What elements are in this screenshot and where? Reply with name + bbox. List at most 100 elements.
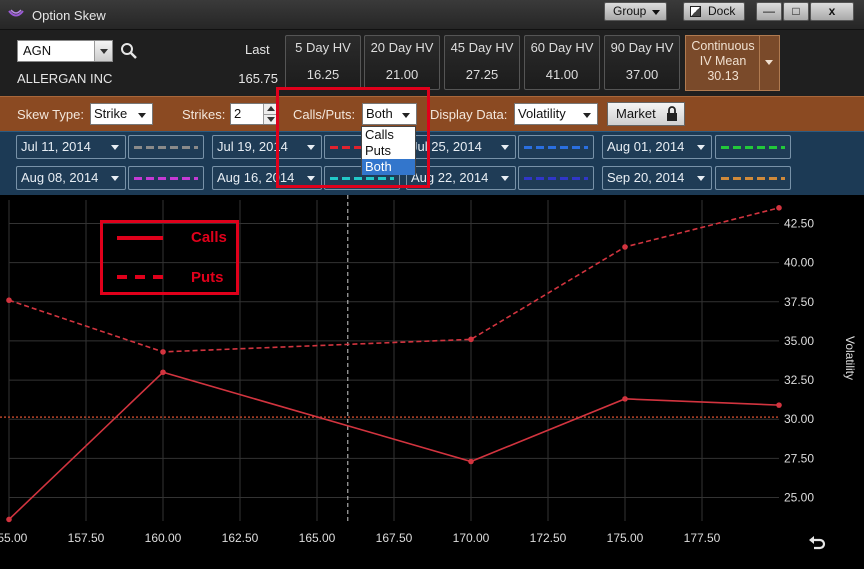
y-axis-label: Volatility [843, 336, 857, 380]
expiration-bar: Jul 11, 2014 Jul 19, 2014 Jul 25, 2014 A… [0, 131, 864, 195]
option-puts[interactable]: Puts [362, 143, 415, 159]
hv-value: 27.25 [465, 67, 499, 82]
hv-value: 16.25 [306, 67, 340, 82]
expiry-select[interactable]: Aug 01, 2014 [602, 135, 712, 159]
x-tick-label: 172.50 [530, 531, 567, 545]
data-point-calls [776, 402, 782, 408]
legend-calls-label: Calls [191, 229, 227, 246]
market-button[interactable]: Market [607, 102, 685, 126]
x-tick-label: 170.00 [453, 531, 490, 545]
x-tick-label: 157.50 [68, 531, 105, 545]
symbol-value: AGN [23, 43, 52, 58]
hv-value: 41.00 [545, 67, 579, 82]
market-label: Market [616, 106, 656, 121]
maximize-button[interactable]: □ [783, 2, 809, 21]
hv-45-day[interactable]: 45 Day HV 27.25 [444, 35, 520, 90]
skew-type-label: Skew Type: [17, 107, 84, 122]
company-name: ALLERGAN INC [17, 71, 113, 86]
dock-icon [690, 6, 701, 17]
strikes-stepper[interactable]: 2 [230, 103, 278, 125]
line-style-swatch [134, 146, 198, 149]
line-style-select[interactable] [518, 166, 594, 190]
y-tick-label: 25.00 [784, 491, 814, 505]
iv-mean-label-1: Continuous [691, 39, 755, 53]
group-button[interactable]: Group [604, 2, 667, 21]
calls-puts-dropdown[interactable]: Calls Puts Both [361, 126, 416, 175]
y-tick-label: 40.00 [784, 256, 814, 270]
chart-legend: Calls Puts [100, 220, 239, 295]
dock-label: Dock [708, 4, 736, 18]
hv-label: 45 Day HV [450, 40, 514, 55]
hv-60-day[interactable]: 60 Day HV 41.00 [524, 35, 600, 90]
symbol-select[interactable]: AGN [17, 40, 113, 62]
hv-value: 37.00 [625, 67, 659, 82]
iv-mean-text: Continuous IV Mean 30.13 [686, 39, 760, 84]
skew-type-select[interactable]: Strike [90, 103, 153, 125]
stepper-up-icon[interactable] [263, 104, 277, 114]
data-point-puts [6, 297, 12, 304]
line-style-select[interactable] [715, 166, 791, 190]
quote-header: AGN ALLERGAN INC Last 165.75 5 Day HV 16… [0, 30, 864, 96]
line-style-select[interactable] [518, 135, 594, 159]
line-style-swatch [721, 177, 785, 180]
hv-label: 5 Day HV [295, 40, 351, 55]
close-button[interactable]: x [810, 2, 854, 21]
x-tick-label: 162.50 [222, 531, 259, 545]
x-tick-label: 165.00 [299, 531, 336, 545]
hv-90-day[interactable]: 90 Day HV 37.00 [604, 35, 680, 90]
strikes-value: 2 [234, 106, 242, 121]
data-point-puts [622, 244, 628, 250]
lock-icon [667, 106, 677, 121]
line-style-select[interactable] [715, 135, 791, 159]
line-style-swatch [524, 146, 588, 149]
line-style-swatch [524, 177, 588, 180]
data-point-calls [160, 369, 166, 376]
expiry-select[interactable]: Aug 08, 2014 [16, 166, 126, 190]
iv-mean-value: 30.13 [707, 69, 739, 83]
y-tick-label: 30.00 [784, 412, 814, 426]
y-tick-label: 27.50 [784, 451, 814, 465]
minimize-button[interactable]: — [756, 2, 782, 21]
chevron-down-icon[interactable] [759, 36, 779, 90]
hv-5-day[interactable]: 5 Day HV 16.25 [285, 35, 361, 90]
x-tick-label: 160.00 [145, 531, 182, 545]
title-bar: Option Skew Group Dock — □ x [0, 0, 864, 30]
data-point-puts [776, 205, 782, 211]
dock-button[interactable]: Dock [683, 2, 745, 21]
x-tick-label: 177.50 [684, 531, 721, 545]
option-both[interactable]: Both [362, 159, 415, 175]
stepper-down-icon[interactable] [263, 114, 277, 124]
chevron-down-icon [652, 10, 660, 15]
app-logo-icon [8, 9, 24, 17]
y-tick-label: 35.00 [784, 334, 814, 348]
iv-mean-box[interactable]: Continuous IV Mean 30.13 [685, 35, 780, 91]
line-style-select[interactable] [128, 166, 204, 190]
option-calls[interactable]: Calls [362, 127, 415, 143]
y-tick-label: 42.50 [784, 216, 814, 230]
hv-20-day[interactable]: 20 Day HV 21.00 [364, 35, 440, 90]
expiry-select[interactable]: Sep 20, 2014 [602, 166, 712, 190]
display-data-select[interactable]: Volatility [514, 103, 598, 125]
data-point-calls [6, 516, 12, 523]
legend-puts-swatch [117, 275, 163, 279]
data-point-puts [468, 336, 474, 343]
data-point-calls [468, 458, 474, 465]
search-icon[interactable] [120, 42, 138, 60]
data-point-calls [622, 396, 628, 402]
window-title: Option Skew [32, 8, 106, 23]
chevron-down-icon[interactable] [94, 41, 112, 61]
legend-calls-swatch [117, 236, 163, 240]
x-tick-label: 167.50 [376, 531, 413, 545]
expiry-select[interactable]: Jul 11, 2014 [16, 135, 126, 159]
line-style-select[interactable] [128, 135, 204, 159]
line-style-swatch [721, 146, 785, 149]
y-tick-label: 32.50 [784, 373, 814, 387]
legend-puts-label: Puts [191, 269, 224, 286]
group-label: Group [613, 4, 647, 18]
line-style-swatch [134, 177, 198, 180]
iv-mean-label-2: IV Mean [699, 54, 747, 68]
last-label: Last [245, 42, 270, 57]
hv-label: 60 Day HV [530, 40, 594, 55]
hv-value: 21.00 [385, 67, 419, 82]
reset-zoom-icon[interactable] [808, 534, 826, 552]
